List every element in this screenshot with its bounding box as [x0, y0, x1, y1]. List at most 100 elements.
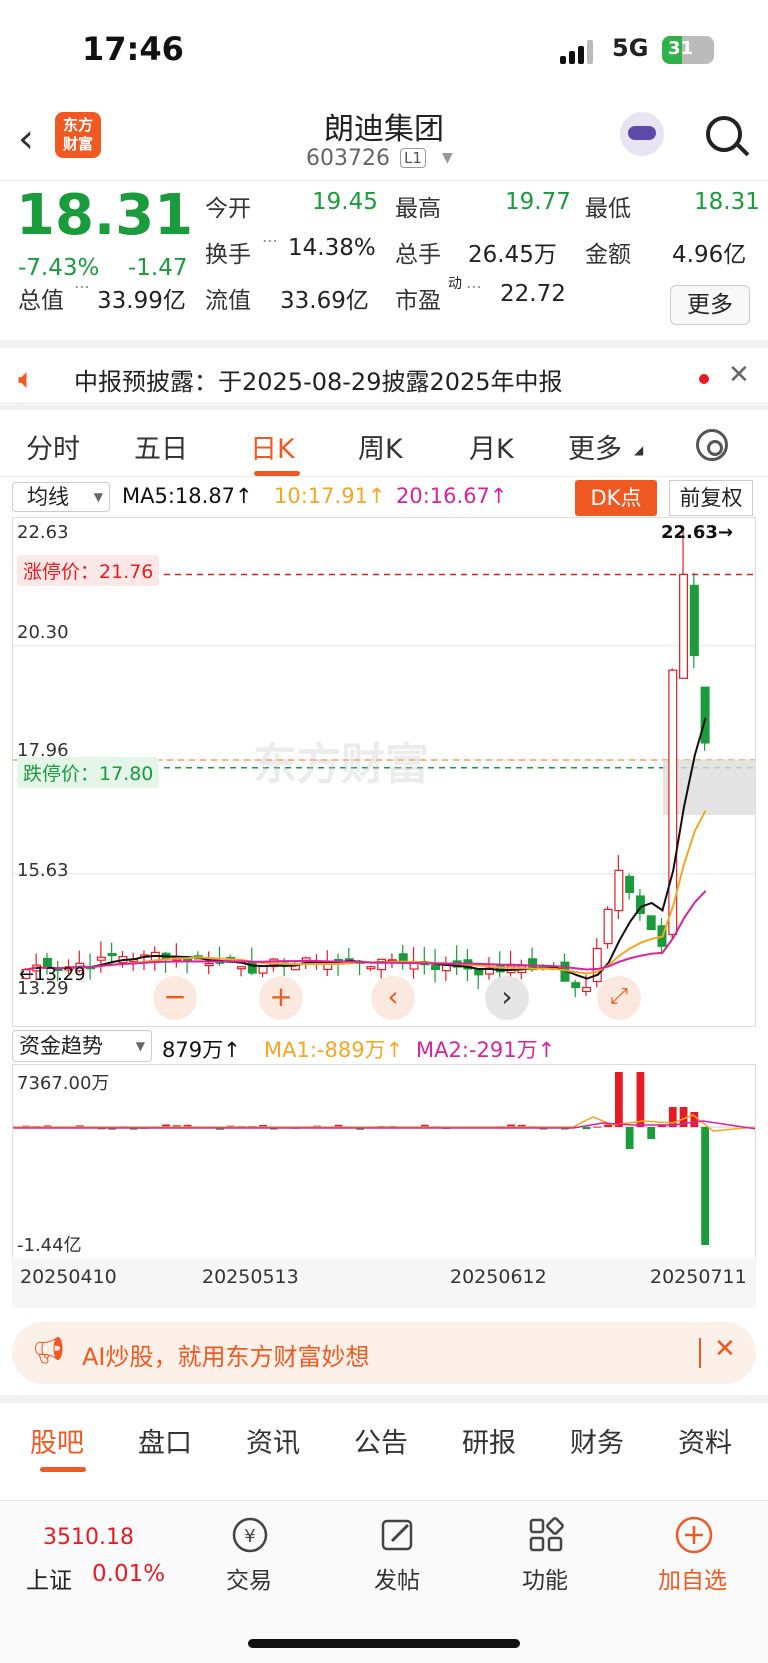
- change-amount: -1.47: [128, 255, 188, 281]
- watermark: 东方财富: [253, 739, 429, 790]
- candle-body: [258, 965, 268, 974]
- stock-code: 603726: [306, 146, 390, 171]
- active-tab-indicator: [254, 471, 300, 476]
- fund-ma1: MA1:-889万↑: [264, 1038, 404, 1062]
- candle-body: [582, 986, 592, 993]
- function-label[interactable]: 功能: [522, 1561, 568, 1595]
- y-label-top: 22.63: [17, 522, 69, 543]
- adjust-button[interactable]: 前复权: [669, 480, 753, 516]
- candle-body: [431, 964, 441, 971]
- index-name[interactable]: 上证: [26, 1561, 72, 1595]
- zoom-in-button[interactable]: +: [259, 976, 303, 1020]
- open-value: 19.45: [312, 189, 378, 215]
- y-label-4: 15.63: [17, 860, 69, 881]
- date-label-1: 20250410: [20, 1266, 117, 1288]
- tab-research[interactable]: 研报: [462, 1421, 516, 1460]
- stock-header: ‹ 东方 财富 朗迪集团 603726 L1 ▼: [0, 100, 768, 180]
- dropdown-icon: ▼: [135, 1039, 145, 1053]
- y-label-2: 20.30: [17, 622, 69, 643]
- market-cap-value: 33.99亿: [97, 288, 186, 314]
- fund-flow-chart[interactable]: 7367.00万 -1.44亿: [12, 1064, 756, 1259]
- fund-bar: [582, 1127, 591, 1130]
- fund-ma2: MA2:-291万↑: [416, 1038, 556, 1062]
- ma5-value: MA5:18.87↑: [122, 484, 253, 508]
- zoom-out-button[interactable]: −: [153, 976, 197, 1020]
- battery-level: 31: [668, 38, 694, 59]
- gear-icon[interactable]: [696, 429, 728, 461]
- svg-text:¥: ¥: [244, 1526, 255, 1547]
- info-icon[interactable]: ⋯: [466, 277, 482, 296]
- float-cap-label: 流值: [205, 288, 251, 314]
- candle-body: [646, 915, 656, 930]
- indicator-select[interactable]: 均线 ▼: [12, 482, 110, 512]
- tab-five-day[interactable]: 五日: [134, 427, 188, 466]
- date-label-4: 20250711: [650, 1266, 747, 1288]
- fund-indicator-select[interactable]: 资金趋势 ▼: [12, 1030, 152, 1062]
- high-mark: 22.63→: [661, 522, 734, 543]
- megaphone-icon: 📢︎: [32, 1336, 66, 1366]
- post-label[interactable]: 发帖: [374, 1561, 420, 1595]
- amount-value: 4.96亿: [672, 242, 747, 268]
- tab-daily-k[interactable]: 日K: [250, 427, 295, 466]
- add-watchlist-icon[interactable]: [674, 1515, 714, 1555]
- notice-bar[interactable]: 🔈︎ 中报预披露：于2025-08-29披露2025年中报 ✕: [0, 340, 768, 410]
- tab-monthly-k[interactable]: 月K: [469, 427, 514, 466]
- low-mark: ←13.29: [19, 964, 86, 985]
- date-label-2: 20250513: [202, 1266, 299, 1288]
- fund-y-bottom: -1.44亿: [17, 1235, 82, 1256]
- fullscreen-icon[interactable]: ⤢: [597, 976, 641, 1020]
- divider: [699, 1338, 701, 1368]
- dk-point-button[interactable]: DK点: [575, 480, 657, 516]
- volume-value: 26.45万: [468, 242, 557, 268]
- date-axis: 20250410 20250513 20250612 20250711: [12, 1258, 756, 1308]
- status-time: 17:46: [82, 30, 184, 68]
- high-label: 最高: [395, 196, 441, 222]
- edit-post-icon[interactable]: [378, 1515, 418, 1555]
- tab-pankou[interactable]: 盘口: [138, 1421, 192, 1460]
- scroll-left-button[interactable]: ‹: [371, 976, 415, 1020]
- chevron-down-icon[interactable]: ▼: [442, 150, 453, 166]
- fund-bar: [614, 1072, 623, 1127]
- tab-profile[interactable]: 资料: [678, 1421, 732, 1460]
- fund-value: 879万↑: [162, 1038, 241, 1062]
- search-icon[interactable]: [706, 116, 742, 152]
- info-icon[interactable]: ⋯: [74, 277, 90, 296]
- tab-more[interactable]: 更多: [568, 427, 622, 466]
- info-tabs: 股吧 盘口 资讯 公告 研报 财务 资料: [0, 1395, 768, 1472]
- index-percent[interactable]: 0.01%: [92, 1561, 165, 1587]
- ai-banner-text[interactable]: AI炒股，就用东方财富妙想: [82, 1337, 370, 1372]
- status-bar: 17:46 5G 31: [0, 0, 768, 100]
- active-tab-indicator: [40, 1467, 86, 1472]
- tab-announcements[interactable]: 公告: [354, 1421, 408, 1460]
- candle-body: [603, 908, 613, 945]
- tab-guba[interactable]: 股吧: [30, 1421, 84, 1460]
- volume-label: 总手: [395, 242, 441, 268]
- ai-banner[interactable]: 📢︎ AI炒股，就用东方财富妙想 ✕: [12, 1322, 756, 1384]
- market-cap-label: 总值: [18, 288, 64, 314]
- tab-finance[interactable]: 财务: [570, 1421, 624, 1460]
- kline-chart[interactable]: 东方财富 22.63 20.30 17.96 15.63 13.29 涨停价：2…: [12, 517, 756, 1027]
- tab-weekly-k[interactable]: 周K: [358, 427, 403, 466]
- close-icon[interactable]: ✕: [714, 1334, 736, 1364]
- current-price: 18.31: [16, 183, 194, 248]
- grid-function-icon[interactable]: [526, 1515, 566, 1555]
- date-label-3: 20250612: [450, 1266, 547, 1288]
- close-icon[interactable]: ✕: [728, 360, 750, 390]
- add-watchlist-label[interactable]: 加自选: [658, 1561, 727, 1595]
- level-badge[interactable]: L1: [400, 148, 426, 168]
- notice-text[interactable]: 中报预披露：于2025-08-29披露2025年中报: [74, 362, 563, 397]
- scroll-right-button[interactable]: ›: [485, 976, 529, 1020]
- trade-label[interactable]: 交易: [226, 1561, 272, 1595]
- more-button[interactable]: 更多: [670, 285, 750, 325]
- tab-news[interactable]: 资讯: [246, 1421, 300, 1460]
- quote-panel: 18.31 -7.43% -1.47 今开 19.45 最高 19.77 最低 …: [0, 180, 768, 335]
- turnover-label: 换手: [205, 242, 251, 268]
- assistant-robot-icon[interactable]: [620, 112, 664, 156]
- float-cap-value: 33.69亿: [280, 288, 369, 314]
- trade-yen-icon[interactable]: ¥: [230, 1515, 270, 1555]
- index-value[interactable]: 3510.18: [43, 1525, 134, 1550]
- tab-intraday[interactable]: 分时: [26, 427, 80, 466]
- info-icon[interactable]: ⋯: [262, 231, 278, 250]
- pe-sup: 动: [448, 276, 462, 292]
- candle-body: [247, 961, 257, 974]
